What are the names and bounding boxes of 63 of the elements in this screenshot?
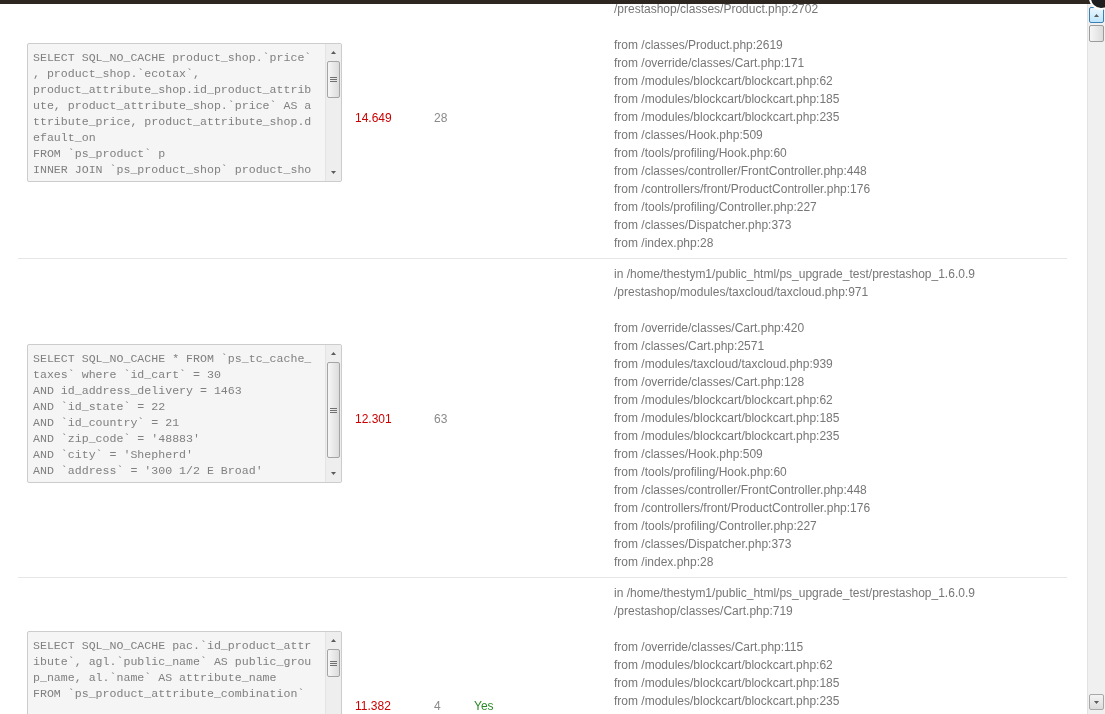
query-time: 11.382 [355,699,391,713]
scrollbar[interactable] [325,44,341,181]
scroll-up-button[interactable] [1089,7,1104,23]
trace-line: from /tools/profiling/Hook.php:60 [614,145,788,162]
trace-location: in /home/thestym1/public_html/ps_upgrade_test/prestashop_1.6.0.9 [614,585,976,602]
trace-line: from /override/classes/Cart.php:171 [614,55,806,72]
trace-line: from /override/classes/Cart.php:115 [614,639,805,656]
status-text: Yes [474,699,494,713]
trace-line: from /tools/profiling/Controller.php:227 [614,199,818,216]
scroll-thumb[interactable] [327,649,340,677]
triangle-down-icon [331,171,336,174]
trace-line: from /classes/Hook.php:509 [614,127,764,144]
trace-line: from /override/classes/Cart.php:128 [614,374,806,391]
trace-line: from /modules/blockcart/blockcart.php:62 [614,657,834,674]
trace-line: from /classes/Cart.php:2571 [614,338,766,355]
trace-line: from /classes/Dispatcher.php:373 [614,217,793,234]
trace-line: from /index.php:28 [614,554,715,571]
sql-textarea[interactable]: SELECT SQL_NO_CACHE pac.`id_product_attr ibute`, agl.`public_name` AS public_grou p_name, al.`name` AS attribute_name FROM `ps_product_attribute_combination` [27,631,342,714]
grip-icon [330,77,337,82]
grip-icon [330,407,337,413]
query-count: 4 [434,699,441,713]
triangle-down-icon [331,472,336,475]
trace-line: from /controllers/front/ProductController.php:176 [614,500,872,517]
trace-line: from /controllers/front/ProductController.php:176 [614,181,872,198]
trace-line: from /classes/controller/FrontController.php:448 [614,482,868,499]
trace-line: from /modules/blockcart/blockcart.php:235 [614,693,841,710]
trace-location: /prestashop/classes/Cart.php:719 [614,603,794,620]
scroll-thumb[interactable] [327,362,340,458]
grip-icon [330,660,337,666]
trace-line: from /classes/Hook.php:509 [614,446,764,463]
trace-location: /prestashop/modules/taxcloud/taxcloud.php:971 [614,284,870,301]
trace-location: /prestashop/classes/Product.php:2702 [614,1,820,18]
trace-line: from /modules/blockcart/blockcart.php:185 [614,675,841,692]
trace-line: from /modules/blockcart/blockcart.php:185 [614,410,841,427]
triangle-down-icon [1094,700,1099,704]
trace-line: from /modules/blockcart/blockcart.php:185 [614,91,841,108]
query-time: 14.649 [355,111,392,125]
triangle-up-icon [331,352,336,355]
query-count: 63 [434,412,448,426]
scroll-down-button[interactable] [1089,694,1104,710]
trace-line: from /override/classes/Cart.php:420 [614,320,806,337]
trace-location: in /home/thestym1/public_html/ps_upgrade_test/prestashop_1.6.0.9 [614,266,976,283]
trace-line: from /modules/blockcart/blockcart.php:62 [614,392,834,409]
triangle-up-icon [1094,13,1099,17]
triangle-up-icon [331,639,336,642]
triangle-up-icon [331,51,336,54]
scroll-thumb[interactable] [1089,25,1104,42]
query-count: 28 [434,111,448,125]
trace-line: from /modules/blockcart/blockcart.php:235 [614,428,841,445]
query-time: 12.301 [355,412,392,426]
trace-line: from /classes/controller/FrontController.php:448 [614,163,868,180]
trace-line: from /modules/blockcart/blockcart.php:62 [614,73,834,90]
trace-line: from /modules/taxcloud/taxcloud.php:939 [614,356,834,373]
sql-textarea[interactable]: SELECT SQL_NO_CACHE * FROM `ps_tc_cache_ taxes` where `id_cart` = 30 AND id_address_delivery = 1463 AND `id_state` = 22 AND `id_country` = 21 AND `zip_code` = '48883' AND `city` = 'Shepherd' AND `address` = '300 1/2 E Broad' [27,344,342,483]
trace-line: from /tools/profiling/Hook.php:60 [614,464,788,481]
trace-line: from /index.php:28 [614,235,715,252]
trace-line: from /modules/blockcart/blockcart.php:235 [614,109,841,126]
trace-line: from /classes/Dispatcher.php:373 [614,536,793,553]
trace-line: from /classes/Product.php:2619 [614,37,784,54]
scrollbar[interactable] [325,345,341,482]
sql-textarea[interactable]: SELECT SQL_NO_CACHE product_shop.`price` , product_shop.`ecotax`, product_attribute_shop.id_product_attrib ute, product_attribute_shop.`price` AS a ttribute_price, product_attribute_shop.d efault_on FROM `ps_product` p INNER JOIN `ps_product_shop` product_sho [27,43,342,182]
trace-line: from /tools/profiling/Controller.php:227 [614,518,818,535]
scroll-thumb[interactable] [327,61,340,98]
